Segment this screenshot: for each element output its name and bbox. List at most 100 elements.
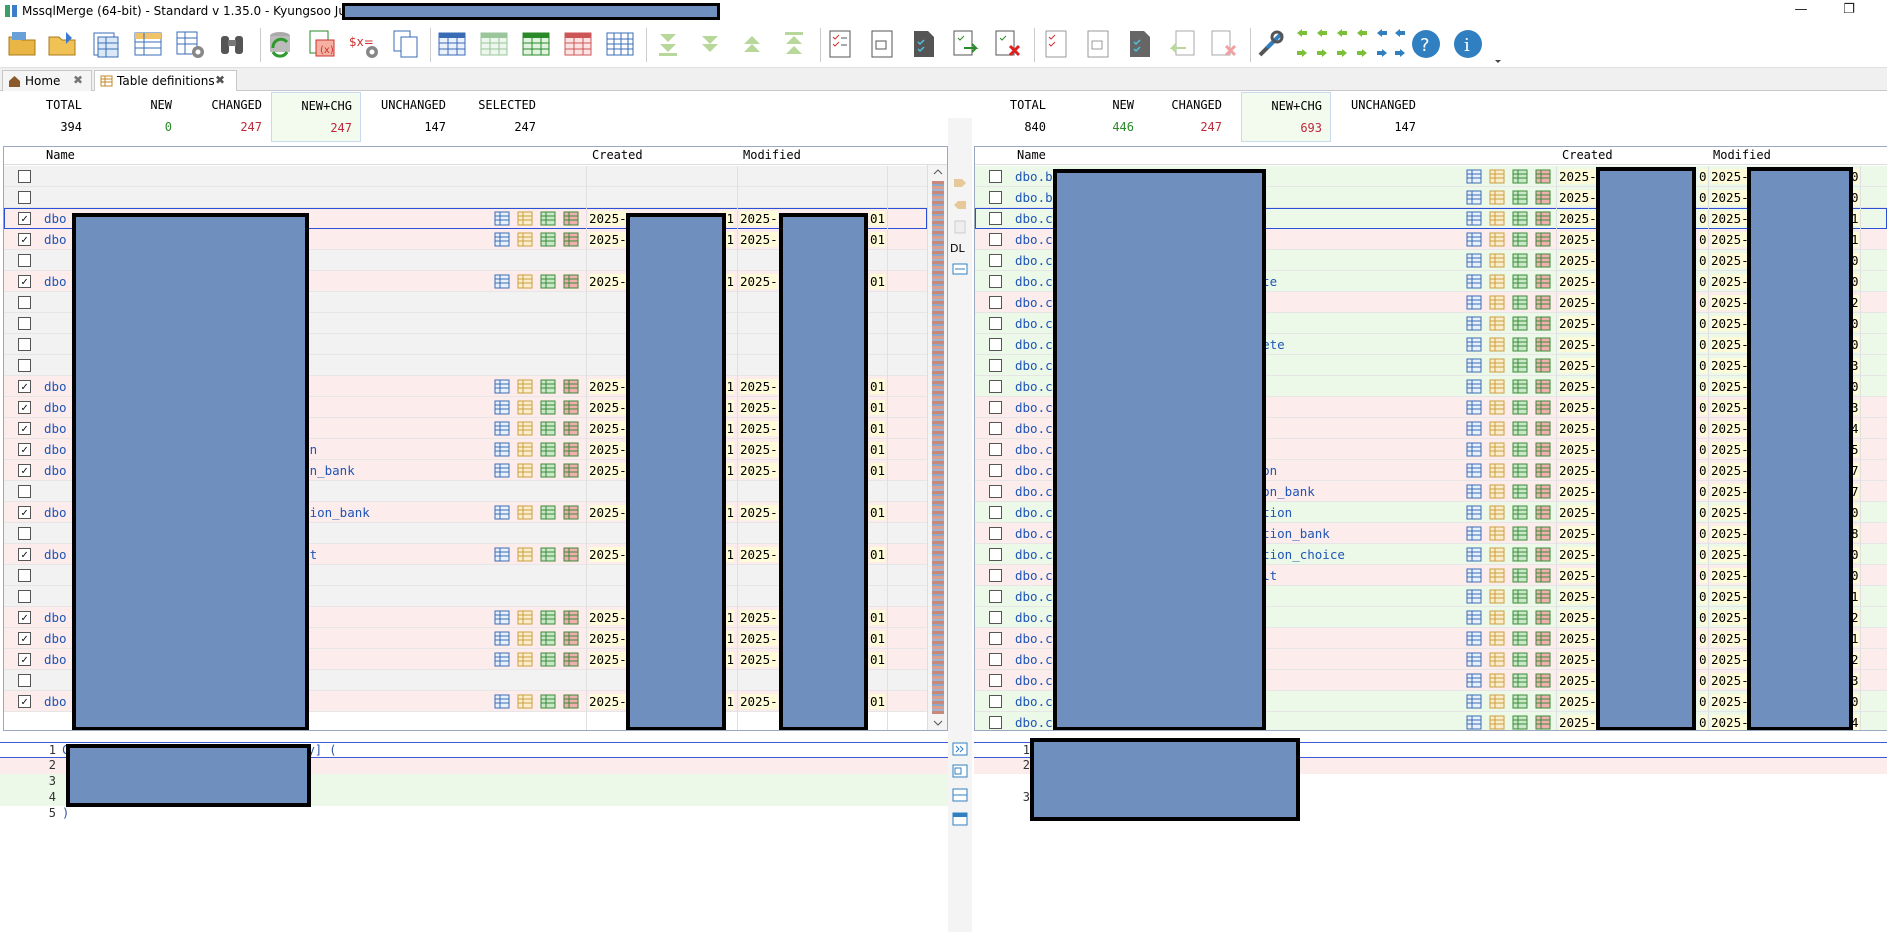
compare-icon[interactable] bbox=[1535, 400, 1551, 415]
table-name[interactable]: dbo bbox=[44, 505, 67, 520]
compare-icon[interactable] bbox=[1535, 211, 1551, 226]
compare-icon[interactable] bbox=[1535, 295, 1551, 310]
select-icon[interactable] bbox=[1489, 673, 1505, 688]
next-change-icon[interactable] bbox=[694, 28, 726, 60]
data-icon[interactable] bbox=[540, 400, 556, 415]
compare-icon[interactable] bbox=[1535, 505, 1551, 520]
compare-icon[interactable] bbox=[563, 652, 579, 667]
compare-tables-icon[interactable] bbox=[90, 28, 122, 60]
row-checkbox[interactable]: ✓ bbox=[18, 632, 31, 645]
compare-icon[interactable] bbox=[563, 610, 579, 625]
data-icon[interactable] bbox=[1512, 400, 1528, 415]
script-icon[interactable] bbox=[1466, 463, 1482, 478]
data-icon[interactable] bbox=[1512, 211, 1528, 226]
row-checkbox[interactable] bbox=[989, 422, 1002, 435]
table-name[interactable]: dbo bbox=[44, 610, 67, 625]
row-checkbox[interactable] bbox=[989, 380, 1002, 393]
script-icon[interactable] bbox=[1466, 316, 1482, 331]
row-checkbox[interactable]: ✓ bbox=[18, 233, 31, 246]
select-icon[interactable] bbox=[517, 232, 533, 247]
row-checkbox[interactable] bbox=[989, 590, 1002, 603]
data-icon[interactable] bbox=[1512, 295, 1528, 310]
compare-icon[interactable] bbox=[1535, 337, 1551, 352]
compare-icon[interactable] bbox=[1535, 568, 1551, 583]
data-icon[interactable] bbox=[540, 232, 556, 247]
compare-icon[interactable] bbox=[1535, 526, 1551, 541]
select-icon[interactable] bbox=[517, 652, 533, 667]
data-icon[interactable] bbox=[540, 421, 556, 436]
compare-icon[interactable] bbox=[563, 211, 579, 226]
table-name[interactable]: dbo.c bbox=[1015, 463, 1053, 478]
check-script-alt-icon[interactable] bbox=[1040, 28, 1072, 60]
table-name[interactable]: dbo.c bbox=[1015, 610, 1053, 625]
expand-right-icon[interactable] bbox=[952, 742, 968, 756]
compare-icon[interactable] bbox=[1535, 232, 1551, 247]
select-icon[interactable] bbox=[1489, 463, 1505, 478]
tab-table-definitions[interactable]: Table definitions ✖ bbox=[94, 70, 237, 91]
data-icon[interactable] bbox=[1512, 169, 1528, 184]
table-name[interactable]: dbo bbox=[44, 232, 67, 247]
table-settings-icon[interactable] bbox=[174, 28, 206, 60]
col-created-header[interactable]: Created bbox=[592, 148, 643, 162]
table-name[interactable]: dbo.c bbox=[1015, 505, 1053, 520]
select-icon[interactable] bbox=[1489, 379, 1505, 394]
tab-home-close-icon[interactable]: ✖ bbox=[73, 73, 83, 87]
arrow-left-icon[interactable] bbox=[1316, 28, 1328, 38]
data-icon[interactable] bbox=[540, 211, 556, 226]
compare-icon[interactable] bbox=[563, 274, 579, 289]
row-checkbox[interactable]: ✓ bbox=[18, 275, 31, 288]
data-icon[interactable] bbox=[1512, 673, 1528, 688]
row-checkbox[interactable]: ✓ bbox=[18, 422, 31, 435]
select-icon[interactable] bbox=[1489, 652, 1505, 667]
select-icon[interactable] bbox=[1489, 442, 1505, 457]
script-icon[interactable] bbox=[1466, 484, 1482, 499]
row-checkbox[interactable] bbox=[989, 464, 1002, 477]
export-script-icon[interactable] bbox=[950, 28, 982, 60]
table-name[interactable]: dbo bbox=[44, 379, 67, 394]
select-icon[interactable] bbox=[1489, 211, 1505, 226]
tools-icon[interactable] bbox=[1255, 28, 1287, 60]
export-excel-icon[interactable]: (x) bbox=[306, 28, 338, 60]
blank-page-icon[interactable] bbox=[952, 220, 968, 234]
copy-right-icon[interactable] bbox=[952, 176, 968, 190]
document-icon[interactable] bbox=[866, 28, 898, 60]
table-name[interactable]: dbo.c bbox=[1015, 421, 1053, 436]
row-checkbox[interactable] bbox=[18, 254, 31, 267]
row-checkbox[interactable] bbox=[989, 569, 1002, 582]
data-icon[interactable] bbox=[540, 610, 556, 625]
grid-view-blue-icon[interactable] bbox=[436, 28, 468, 60]
data-icon[interactable] bbox=[1512, 442, 1528, 457]
script-icon[interactable] bbox=[1466, 400, 1482, 415]
row-checkbox[interactable] bbox=[989, 716, 1002, 729]
compare-icon[interactable] bbox=[563, 694, 579, 709]
table-row[interactable] bbox=[4, 166, 927, 187]
select-icon[interactable] bbox=[517, 379, 533, 394]
data-icon[interactable] bbox=[1512, 463, 1528, 478]
compare-icon[interactable] bbox=[1535, 379, 1551, 394]
col-name-header[interactable]: Name bbox=[46, 148, 75, 162]
prev-difference-icon[interactable] bbox=[778, 28, 810, 60]
delete-script-alt-icon[interactable] bbox=[1208, 28, 1240, 60]
select-icon[interactable] bbox=[1489, 169, 1505, 184]
select-icon[interactable] bbox=[1489, 358, 1505, 373]
data-icon[interactable] bbox=[1512, 190, 1528, 205]
table-name[interactable]: dbo bbox=[44, 463, 67, 478]
left-scrollbar[interactable] bbox=[927, 165, 947, 730]
data-icon[interactable] bbox=[1512, 316, 1528, 331]
select-icon[interactable] bbox=[1489, 631, 1505, 646]
col-created-header-right[interactable]: Created bbox=[1562, 148, 1613, 162]
script-icon[interactable] bbox=[494, 211, 510, 226]
data-icon[interactable] bbox=[1512, 505, 1528, 520]
row-checkbox[interactable] bbox=[18, 590, 31, 603]
row-checkbox[interactable]: ✓ bbox=[18, 380, 31, 393]
row-checkbox[interactable] bbox=[989, 275, 1002, 288]
select-icon[interactable] bbox=[1489, 232, 1505, 247]
data-icon[interactable] bbox=[540, 505, 556, 520]
script-icon[interactable] bbox=[1466, 274, 1482, 289]
dark-document-alt-icon[interactable] bbox=[1124, 28, 1156, 60]
compare-icon[interactable] bbox=[563, 442, 579, 457]
arrow-left-icon[interactable] bbox=[1356, 28, 1368, 38]
compare-icon[interactable] bbox=[1535, 421, 1551, 436]
compare-icon[interactable] bbox=[1535, 715, 1551, 730]
select-icon[interactable] bbox=[1489, 337, 1505, 352]
